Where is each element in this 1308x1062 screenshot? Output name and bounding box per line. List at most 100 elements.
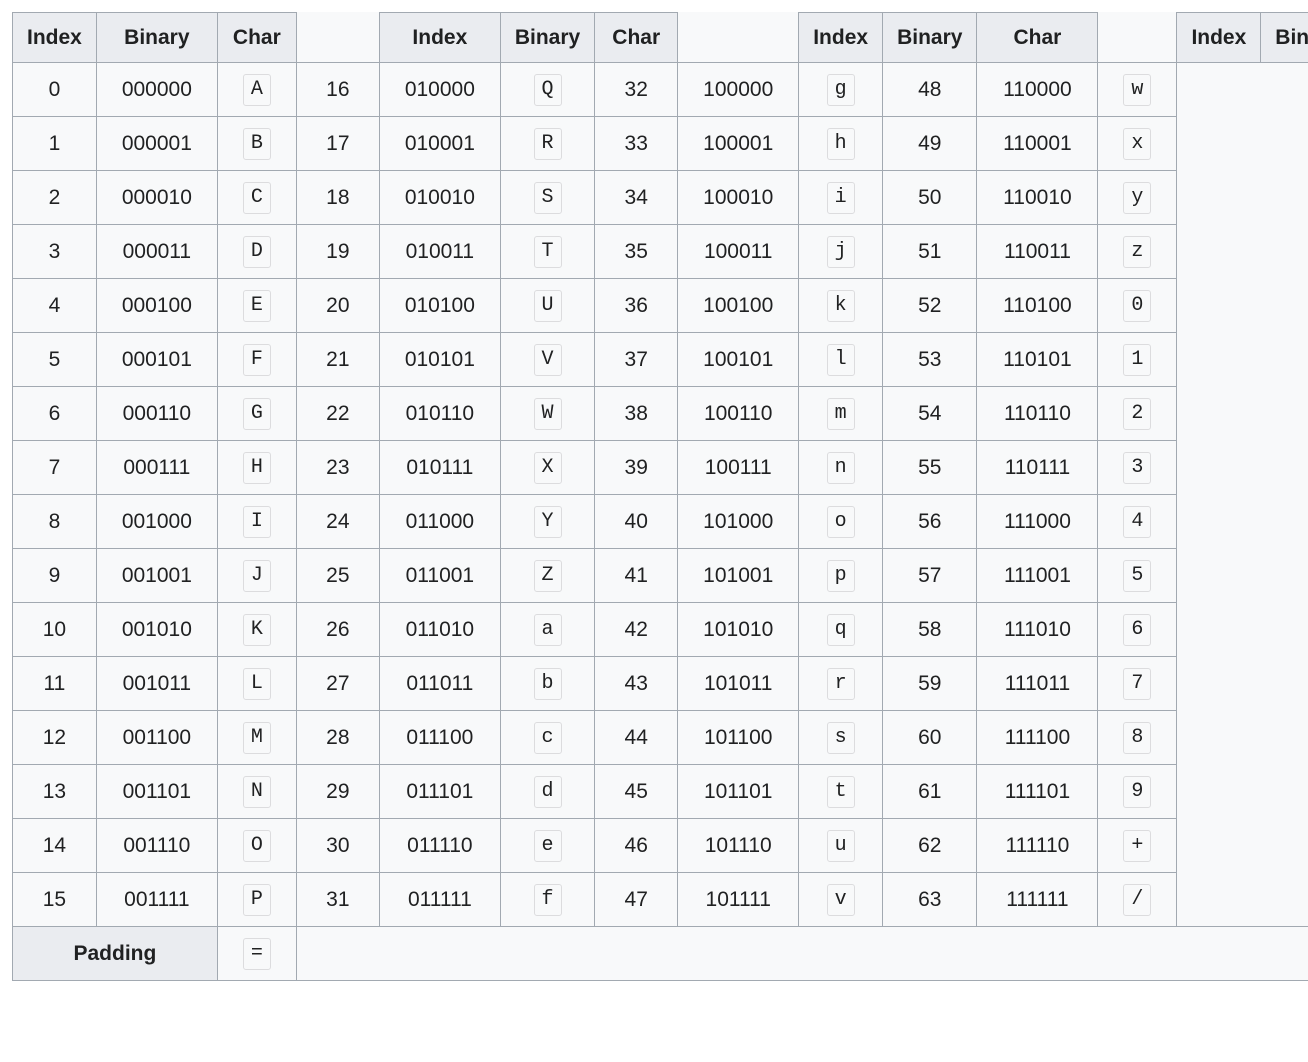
char-value: K	[243, 614, 271, 646]
char-value: Z	[534, 560, 562, 592]
char-cell: a	[500, 603, 594, 657]
table-row: 5000101F21010101V37100101l531101011	[13, 333, 1308, 387]
char-value: U	[534, 290, 562, 322]
binary-cell: 101001	[678, 549, 799, 603]
char-cell: 1	[1098, 333, 1177, 387]
char-value: H	[243, 452, 271, 484]
binary-cell: 001101	[96, 765, 217, 819]
padding-char: =	[243, 938, 271, 970]
char-cell: r	[799, 657, 883, 711]
char-value: f	[534, 884, 562, 916]
char-cell: 3	[1098, 441, 1177, 495]
index-cell: 63	[883, 873, 977, 927]
binary-cell: 110001	[977, 117, 1098, 171]
index-cell: 41	[595, 549, 678, 603]
char-cell: j	[799, 225, 883, 279]
binary-cell: 101110	[678, 819, 799, 873]
char-value: O	[243, 830, 271, 862]
table-row: 10001010K26011010a42101010q581110106	[13, 603, 1308, 657]
table-row: 8001000I24011000Y40101000o561110004	[13, 495, 1308, 549]
char-value: u	[827, 830, 855, 862]
index-cell: 27	[296, 657, 379, 711]
char-value: p	[827, 560, 855, 592]
binary-cell: 101010	[678, 603, 799, 657]
binary-cell: 010000	[379, 63, 500, 117]
binary-cell: 011011	[379, 657, 500, 711]
char-cell: 7	[1098, 657, 1177, 711]
index-cell: 62	[883, 819, 977, 873]
char-value: 0	[1123, 290, 1151, 322]
char-value: o	[827, 506, 855, 538]
binary-cell: 100000	[678, 63, 799, 117]
binary-cell: 101111	[678, 873, 799, 927]
char-cell: U	[500, 279, 594, 333]
index-cell: 37	[595, 333, 678, 387]
binary-cell: 011101	[379, 765, 500, 819]
char-value: 1	[1123, 344, 1151, 376]
table-row: 11001011L27011011b43101011r591110117	[13, 657, 1308, 711]
binary-cell: 101000	[678, 495, 799, 549]
char-cell: g	[799, 63, 883, 117]
char-cell: 9	[1098, 765, 1177, 819]
base64-alphabet-table: Index Binary Char Index Binary Char Inde…	[12, 12, 1308, 981]
binary-cell: 000010	[96, 171, 217, 225]
char-cell: f	[500, 873, 594, 927]
binary-cell: 110110	[977, 387, 1098, 441]
index-cell: 38	[595, 387, 678, 441]
char-value: 7	[1123, 668, 1151, 700]
char-cell: 6	[1098, 603, 1177, 657]
table-row: 13001101N29011101d45101101t611111019	[13, 765, 1308, 819]
index-cell: 30	[296, 819, 379, 873]
binary-cell: 110000	[977, 63, 1098, 117]
char-value: s	[827, 722, 855, 754]
index-cell: 58	[883, 603, 977, 657]
binary-cell: 111100	[977, 711, 1098, 765]
char-cell: 8	[1098, 711, 1177, 765]
index-cell: 35	[595, 225, 678, 279]
index-cell: 20	[296, 279, 379, 333]
char-cell: R	[500, 117, 594, 171]
char-cell: /	[1098, 873, 1177, 927]
index-cell: 17	[296, 117, 379, 171]
binary-cell: 011010	[379, 603, 500, 657]
index-cell: 57	[883, 549, 977, 603]
char-cell: C	[217, 171, 296, 225]
char-value: m	[827, 398, 855, 430]
index-cell: 32	[595, 63, 678, 117]
char-value: G	[243, 398, 271, 430]
binary-cell: 110100	[977, 279, 1098, 333]
char-cell: d	[500, 765, 594, 819]
index-cell: 25	[296, 549, 379, 603]
binary-cell: 110011	[977, 225, 1098, 279]
char-value: +	[1123, 830, 1151, 862]
char-cell: c	[500, 711, 594, 765]
index-cell: 13	[13, 765, 97, 819]
index-cell: 43	[595, 657, 678, 711]
char-cell: y	[1098, 171, 1177, 225]
char-cell: b	[500, 657, 594, 711]
binary-cell: 100101	[678, 333, 799, 387]
char-cell: V	[500, 333, 594, 387]
index-cell: 5	[13, 333, 97, 387]
char-cell: A	[217, 63, 296, 117]
binary-cell: 000001	[96, 117, 217, 171]
binary-cell: 000100	[96, 279, 217, 333]
index-cell: 9	[13, 549, 97, 603]
char-cell: E	[217, 279, 296, 333]
binary-cell: 001011	[96, 657, 217, 711]
col-header-index: Index	[379, 13, 500, 63]
binary-cell: 010100	[379, 279, 500, 333]
column-group-spacer	[678, 13, 799, 63]
binary-cell: 100100	[678, 279, 799, 333]
binary-cell: 111000	[977, 495, 1098, 549]
char-cell: W	[500, 387, 594, 441]
table-row: 0000000A16010000Q32100000g48110000w	[13, 63, 1308, 117]
index-cell: 21	[296, 333, 379, 387]
col-header-index: Index	[13, 13, 97, 63]
char-value: M	[243, 722, 271, 754]
index-cell: 6	[13, 387, 97, 441]
char-value: B	[243, 128, 271, 160]
index-cell: 34	[595, 171, 678, 225]
binary-cell: 011001	[379, 549, 500, 603]
index-cell: 12	[13, 711, 97, 765]
